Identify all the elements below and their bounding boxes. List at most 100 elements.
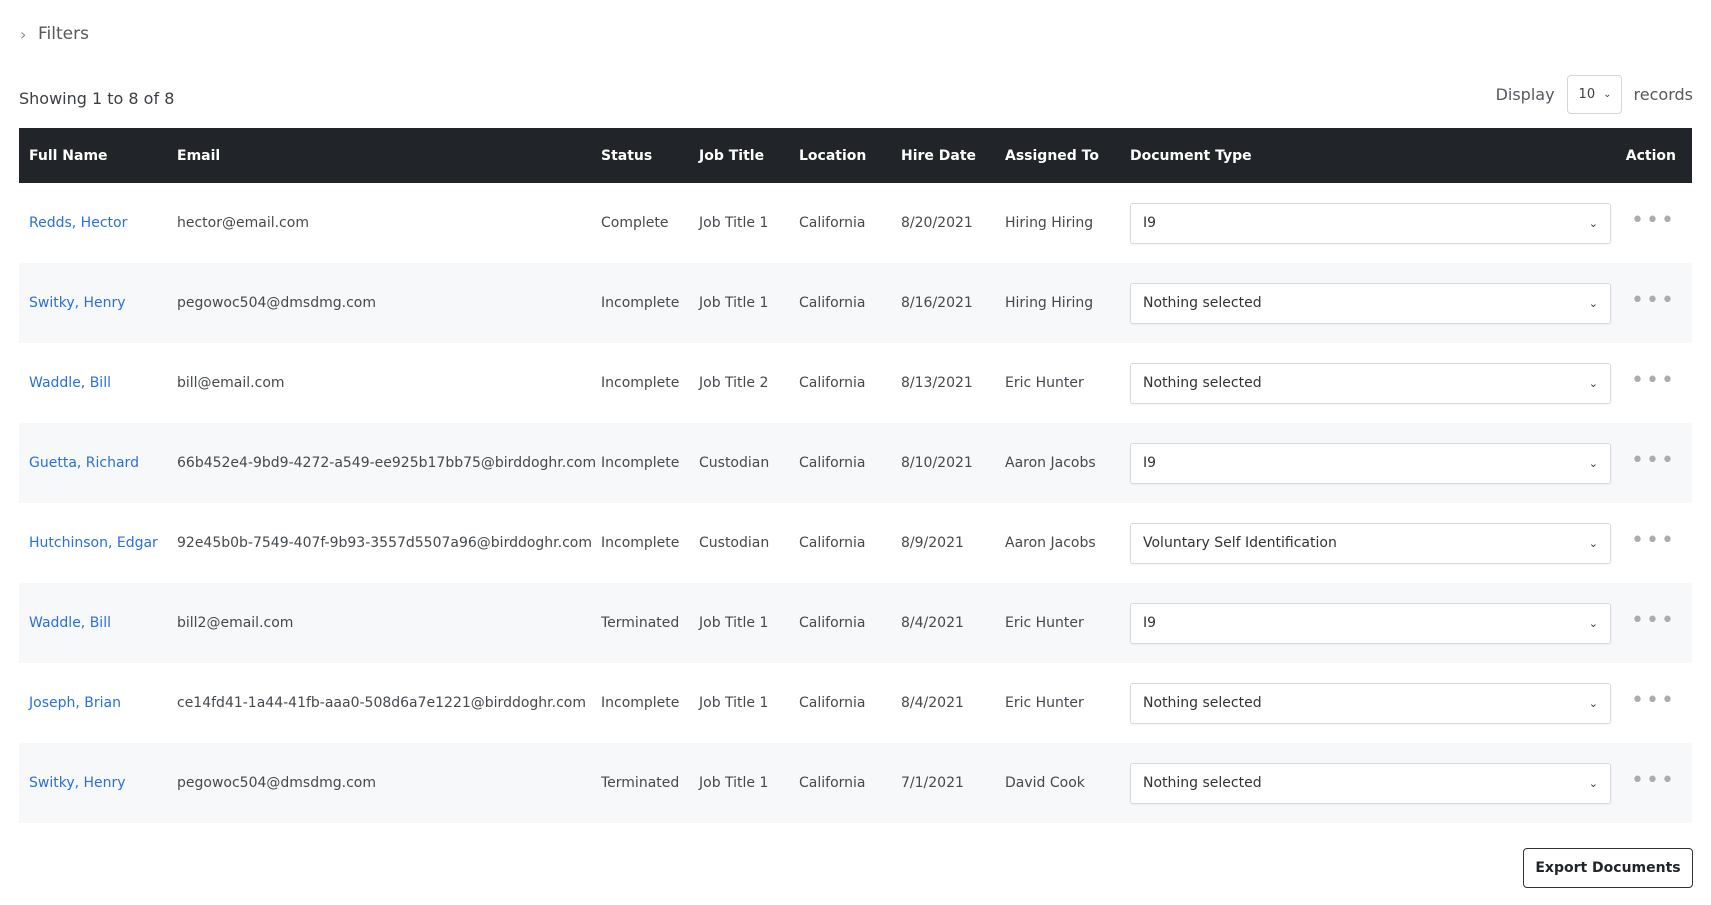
document-type-select[interactable]: Nothing selected ⌄	[1130, 282, 1611, 324]
hire-date-cell: 8/10/2021	[901, 455, 973, 471]
hire-date-cell: 8/20/2021	[901, 215, 973, 231]
filters-toggle[interactable]: › Filters	[20, 24, 89, 44]
hire-date-cell: 7/1/2021	[901, 775, 964, 791]
more-actions-icon[interactable]: •••	[1631, 608, 1676, 633]
assigned-to-cell: Aaron Jacobs	[1005, 455, 1096, 471]
more-actions-icon[interactable]: •••	[1631, 448, 1676, 473]
location-cell: California	[799, 775, 866, 791]
table-row: Redds, Hector hector@email.com Complete Job…	[19, 183, 1692, 263]
filters-label: Filters	[38, 24, 89, 44]
assigned-to-cell: Aaron Jacobs	[1005, 535, 1096, 551]
employee-name-link[interactable]: Switky, Henry	[29, 775, 126, 791]
employee-name-link[interactable]: Redds, Hector	[29, 215, 127, 231]
job-title-cell: Custodian	[699, 455, 770, 471]
table-row: Switky, Henry pegowoc504@dmsdmg.com Incomp…	[19, 263, 1692, 343]
document-type-select[interactable]: I9 ⌄	[1130, 442, 1611, 484]
job-title-cell: Job Title 1	[699, 615, 769, 631]
document-type-value: Nothing selected	[1143, 375, 1262, 391]
assigned-to-cell: Eric Hunter	[1005, 375, 1084, 391]
table-row: Joseph, Brian ce14fd41-1a44-41fb-aaa0-508…	[19, 663, 1692, 743]
table-row: Guetta, Richard 66b452e4-9bd9-4272-a549-e…	[19, 423, 1692, 503]
table-body: Redds, Hector hector@email.com Complete Job…	[19, 183, 1692, 823]
header-job-title[interactable]: Job Title	[689, 148, 789, 164]
document-type-value: Nothing selected	[1143, 775, 1262, 791]
hire-date-cell: 8/13/2021	[901, 375, 973, 391]
hire-date-cell: 8/4/2021	[901, 695, 964, 711]
status-cell: Terminated	[601, 615, 680, 631]
chevron-down-icon: ⌄	[1588, 776, 1598, 790]
header-hire-date[interactable]: Hire Date	[891, 148, 995, 164]
export-documents-button[interactable]: Export Documents	[1523, 848, 1693, 888]
document-type-value: I9	[1143, 455, 1157, 471]
header-full-name[interactable]: Full Name	[19, 148, 167, 164]
location-cell: California	[799, 215, 866, 231]
document-type-select[interactable]: Nothing selected ⌄	[1130, 682, 1611, 724]
email-cell: 66b452e4-9bd9-4272-a549-ee925b17bb75@bir…	[177, 455, 597, 471]
more-actions-icon[interactable]: •••	[1631, 688, 1676, 713]
location-cell: California	[799, 295, 866, 311]
assigned-to-cell: Hiring Hiring	[1005, 295, 1094, 311]
chevron-down-icon: ⌄	[1588, 296, 1598, 310]
header-location[interactable]: Location	[789, 148, 891, 164]
table-header: Full Name Email Status Job Title Locatio…	[19, 128, 1692, 183]
assigned-to-cell: David Cook	[1005, 775, 1085, 791]
email-cell: bill@email.com	[177, 375, 285, 391]
employees-table: Full Name Email Status Job Title Locatio…	[19, 128, 1692, 823]
employee-name-link[interactable]: Joseph, Brian	[29, 695, 121, 711]
records-summary: Showing 1 to 8 of 8	[19, 89, 175, 108]
employee-name-link[interactable]: Hutchinson, Edgar	[29, 535, 158, 551]
display-records-control: Display 10 ⌄ records	[1496, 75, 1693, 114]
assigned-to-cell: Hiring Hiring	[1005, 215, 1094, 231]
more-actions-icon[interactable]: •••	[1631, 768, 1676, 793]
job-title-cell: Job Title 1	[699, 775, 769, 791]
status-cell: Incomplete	[601, 295, 680, 311]
document-type-select[interactable]: Nothing selected ⌄	[1130, 762, 1611, 804]
records-suffix: records	[1633, 85, 1693, 104]
display-label: Display	[1495, 85, 1555, 104]
records-per-page-select[interactable]: 10 ⌄	[1566, 75, 1622, 114]
more-actions-icon[interactable]: •••	[1631, 368, 1676, 393]
job-title-cell: Job Title 1	[699, 215, 769, 231]
location-cell: California	[799, 455, 866, 471]
email-cell: hector@email.com	[177, 215, 309, 231]
email-cell: ce14fd41-1a44-41fb-aaa0-508d6a7e1221@bir…	[177, 695, 586, 711]
chevron-down-icon: ⌄	[1588, 376, 1598, 390]
status-cell: Incomplete	[601, 695, 680, 711]
table-row: Switky, Henry pegowoc504@dmsdmg.com Termin…	[19, 743, 1692, 823]
status-cell: Incomplete	[601, 375, 680, 391]
header-assigned-to[interactable]: Assigned To	[995, 148, 1120, 164]
document-type-select[interactable]: I9 ⌄	[1130, 602, 1611, 644]
status-cell: Terminated	[601, 775, 680, 791]
document-type-value: I9	[1143, 615, 1157, 631]
document-type-select[interactable]: I9 ⌄	[1130, 202, 1611, 244]
header-email[interactable]: Email	[167, 148, 591, 164]
more-actions-icon[interactable]: •••	[1631, 208, 1676, 233]
assigned-to-cell: Eric Hunter	[1005, 615, 1084, 631]
employee-name-link[interactable]: Guetta, Richard	[29, 455, 139, 471]
document-type-value: Voluntary Self Identification	[1143, 535, 1337, 551]
status-cell: Complete	[601, 215, 669, 231]
employee-name-link[interactable]: Switky, Henry	[29, 295, 126, 311]
table-row: Hutchinson, Edgar 92e45b0b-7549-407f-9b93…	[19, 503, 1692, 583]
more-actions-icon[interactable]: •••	[1631, 288, 1676, 313]
document-type-value: Nothing selected	[1143, 295, 1262, 311]
employee-name-link[interactable]: Waddle, Bill	[29, 615, 111, 631]
document-type-select[interactable]: Nothing selected ⌄	[1130, 362, 1611, 404]
job-title-cell: Custodian	[699, 535, 770, 551]
location-cell: California	[799, 535, 866, 551]
more-actions-icon[interactable]: •••	[1631, 528, 1676, 553]
job-title-cell: Job Title 1	[699, 695, 769, 711]
assigned-to-cell: Eric Hunter	[1005, 695, 1084, 711]
table-row: Waddle, Bill bill2@email.com Terminated Job…	[19, 583, 1692, 663]
email-cell: 92e45b0b-7549-407f-9b93-3557d5507a96@bir…	[177, 535, 592, 551]
employee-name-link[interactable]: Waddle, Bill	[29, 375, 111, 391]
status-cell: Incomplete	[601, 455, 680, 471]
hire-date-cell: 8/16/2021	[901, 295, 973, 311]
header-status[interactable]: Status	[591, 148, 689, 164]
document-type-select[interactable]: Voluntary Self Identification ⌄	[1130, 522, 1611, 564]
chevron-right-icon: ›	[20, 24, 27, 44]
chevron-down-icon: ⌄	[1588, 696, 1598, 710]
email-cell: pegowoc504@dmsdmg.com	[177, 775, 376, 791]
chevron-down-icon: ⌄	[1603, 89, 1612, 100]
location-cell: California	[799, 695, 866, 711]
